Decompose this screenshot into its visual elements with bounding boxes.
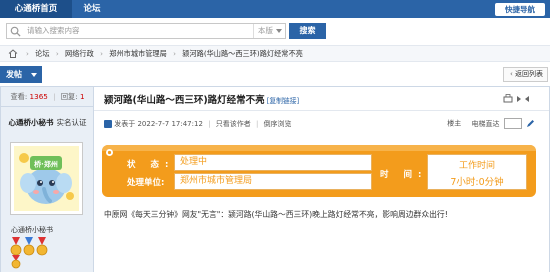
search-button[interactable]: 搜索 — [289, 23, 326, 39]
views-count: 1365 — [29, 92, 48, 101]
reading-mode-label: 电梯直达 — [471, 119, 500, 128]
back-to-list-label: 返回列表 — [515, 70, 543, 78]
search-scope-select[interactable]: 本版 — [253, 24, 285, 38]
home-icon[interactable] — [8, 49, 18, 58]
prev-thread-icon[interactable] — [517, 96, 521, 102]
medals — [10, 237, 48, 269]
views-label: 查看: — [10, 92, 28, 101]
tab-home[interactable]: 心通桥首页 — [0, 0, 72, 18]
search-icon — [10, 26, 21, 37]
post-content: 颍河路(华山路～西三环)路灯经常不亮 [复制链接] 发表于 2022-7-7 17… — [94, 87, 549, 272]
search-row: 请输入搜索内容 本版 搜索 — [0, 18, 550, 45]
breadcrumb: › 论坛 › 网络行政 › 郑州市城市管理局 › 颍河路(华山路～西三环)路灯经… — [0, 45, 550, 62]
breadcrumb-item-thread[interactable]: 颍河路(华山路～西三环)路灯经常不亮 — [182, 49, 303, 58]
post-button-label: 发帖 — [6, 70, 22, 79]
status-value: 处理中 — [174, 154, 372, 171]
status-card: 状 态: 处理中 处理单位: 郑州市城市管理局 时 间: 工作时间 7小时:0分… — [102, 145, 536, 197]
chevron-down-icon — [276, 29, 282, 33]
post-button[interactable]: 发帖 — [0, 66, 42, 83]
copy-link[interactable]: [复制链接] — [267, 97, 300, 105]
elephant-mascot-icon: 桥·郑州 — [14, 146, 79, 211]
time-title: 工作时间 — [458, 161, 495, 171]
back-to-list-button[interactable]: ‹ 返回列表 — [503, 67, 548, 82]
top-nav-bar: 心通桥首页 论坛 快捷导航 — [0, 0, 550, 18]
posted-at: 发表于 2022-7-7 17:47:12 — [114, 120, 203, 128]
replies-count: 1 — [79, 92, 85, 101]
medal-icon — [23, 237, 35, 256]
quick-nav-button[interactable]: 快捷导航 — [495, 3, 545, 16]
author-only-link[interactable]: 只看该作者 — [216, 120, 251, 128]
back-arrow-icon: ‹ — [510, 70, 513, 78]
floor-label: 楼主 — [447, 119, 462, 128]
time-label: 时 间: — [380, 170, 428, 180]
thread-frame: 查看: 1365 | 回复: 1 心通桥小秘书 实名认证 桥·郑州 心通桥小秘书… — [0, 86, 550, 272]
thread-title-text: 颍河路(华山路～西三环)路灯经常不亮 — [104, 95, 265, 106]
status-card-highlight — [102, 145, 536, 151]
replies-label: 回复: — [60, 92, 78, 101]
breadcrumb-item-bureau[interactable]: 郑州市城市管理局 — [109, 49, 167, 58]
search-scope-label: 本版 — [258, 26, 273, 35]
user-online-icon — [104, 120, 112, 128]
post-meta: 发表于 2022-7-7 17:47:12 | 只看该作者 | 倒序浏览 楼主 … — [94, 117, 549, 133]
tab-forum[interactable]: 论坛 — [72, 0, 112, 18]
post-body: 中原网《每天三分钟》网友"无言"：颍河路(华山路～西三环)晚上路灯经常不亮，影响… — [104, 210, 448, 219]
certified-badge: 实名认证 — [56, 118, 87, 127]
author-name[interactable]: 心通桥小秘书 实名认证 — [1, 117, 94, 128]
avatar-banner-text: 桥·郑州 — [34, 160, 58, 169]
action-row: 发帖 ‹ 返回列表 — [0, 63, 550, 85]
author-name-below[interactable]: 心通桥小秘书 — [11, 225, 53, 235]
title-row: 颍河路(华山路～西三环)路灯经常不亮 [复制链接] — [94, 87, 549, 111]
time-value: 7小时:0分钟 — [450, 177, 504, 188]
medal-icon — [10, 237, 22, 256]
author-sidebar: 查看: 1365 | 回复: 1 心通桥小秘书 实名认证 桥·郑州 心通桥小秘书 — [1, 87, 94, 272]
pin-icon — [106, 149, 113, 156]
medal-icon — [36, 237, 48, 256]
unit-label: 处理单位: — [127, 178, 165, 188]
thread-stats: 查看: 1365 | 回复: 1 — [1, 87, 94, 107]
print-icon[interactable] — [503, 94, 513, 103]
author-name-text: 心通桥小秘书 — [8, 118, 54, 127]
medal-icon — [11, 255, 21, 269]
breadcrumb-item-forum[interactable]: 论坛 — [35, 49, 49, 58]
breadcrumb-item-admin[interactable]: 网络行政 — [65, 49, 94, 58]
avatar[interactable]: 桥·郑州 — [10, 142, 83, 215]
unit-value: 郑州市城市管理局 — [174, 173, 372, 190]
chevron-down-icon — [31, 73, 37, 77]
reverse-order-link[interactable]: 倒序浏览 — [264, 120, 292, 128]
thread-title: 颍河路(华山路～西三环)路灯经常不亮 [复制链接] — [104, 92, 299, 106]
status-label: 状 态: — [127, 160, 175, 170]
thread-tools — [503, 94, 529, 103]
reading-mode-toggle[interactable] — [503, 118, 522, 129]
search-placeholder: 请输入搜索内容 — [27, 26, 80, 35]
time-box: 工作时间 7小时:0分钟 — [427, 154, 527, 190]
next-thread-icon[interactable] — [525, 96, 529, 102]
search-input[interactable]: 请输入搜索内容 本版 — [6, 23, 286, 39]
pen-icon[interactable] — [526, 119, 535, 128]
